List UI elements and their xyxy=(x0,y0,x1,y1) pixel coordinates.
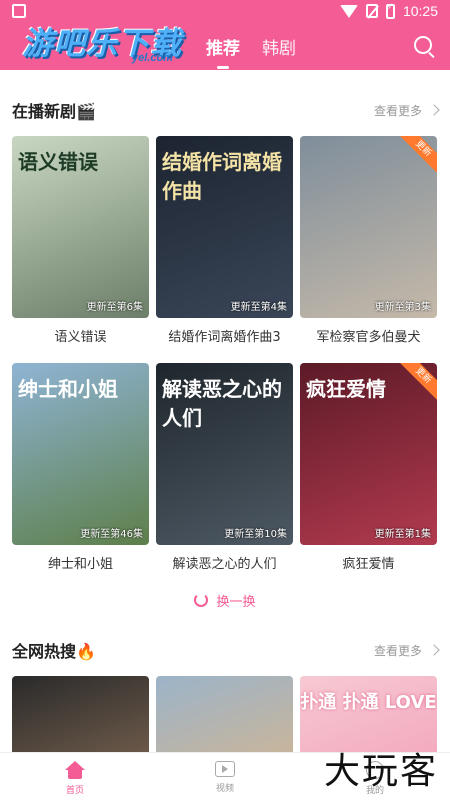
episode-update-label: 更新至第6集 xyxy=(86,302,143,313)
section-new-header: 在播新剧🎬 查看更多 xyxy=(12,98,440,122)
updated-ribbon: 更新 xyxy=(395,363,437,404)
nav-home[interactable]: 首页 xyxy=(0,753,150,800)
refresh-icon xyxy=(194,593,209,607)
drama-card[interactable]: 语义错误 更新至第6集 语义错误 xyxy=(12,136,149,345)
no-sim-icon xyxy=(365,4,378,18)
nav-video[interactable]: 视频 xyxy=(150,753,300,800)
drama-title[interactable]: 解读恶之心的人们 xyxy=(156,553,293,572)
drama-poster[interactable]: 绅士和小姐更新至第46集 xyxy=(12,363,149,545)
new-drama-grid: 语义错误 更新至第6集 语义错误 结婚作词离婚作曲 更新至第4集 结婚作词离婚作曲3 更新更… xyxy=(12,136,438,572)
drama-title[interactable]: 语义错误 xyxy=(12,326,149,345)
home-icon xyxy=(65,761,85,779)
drama-poster[interactable]: 语义错误更新至第6集 xyxy=(12,136,149,318)
poster-title-text: 疯狂爱情 xyxy=(306,377,386,401)
episode-update-label: 更新至第46集 xyxy=(80,529,143,540)
drama-poster[interactable]: 解读恶之心的人们更新至第10集 xyxy=(156,363,293,545)
battery-charging-icon xyxy=(385,3,395,19)
watermark-text: 大玩客 xyxy=(323,751,438,792)
episode-update-label: 更新至第3集 xyxy=(374,302,431,313)
section-new-title: 在播新剧🎬 xyxy=(12,102,96,121)
drama-title[interactable]: 绅士和小姐 xyxy=(12,553,149,572)
drama-card[interactable]: 更新更新至第3集军检察官多伯曼犬 xyxy=(300,136,437,345)
more-label: 查看更多 xyxy=(373,103,422,118)
drama-title[interactable]: 军检察官多伯曼犬 xyxy=(300,326,437,345)
drama-card[interactable]: 结婚作词离婚作曲更新至第4集结婚作词离婚作曲3 xyxy=(156,136,293,345)
tab-recommended[interactable]: 推荐 xyxy=(206,34,240,69)
hot-drama-poster[interactable] xyxy=(12,676,149,756)
nav-video-label: 视频 xyxy=(215,784,234,794)
photo-notification-icon xyxy=(12,4,26,18)
top-header: 10:25 游吧乐下载 yel.com 精选 推荐 韩剧 xyxy=(0,0,450,70)
nav-home-label: 首页 xyxy=(65,786,84,796)
chevron-right-icon xyxy=(428,104,440,116)
drama-poster[interactable]: 结婚作词离婚作曲更新至第4集 xyxy=(156,136,293,318)
refresh-button[interactable]: 换一换 xyxy=(0,590,450,610)
poster-title-text: 解读恶之心的人们 xyxy=(162,377,282,430)
poster-title-text: 语义错误 xyxy=(18,150,98,174)
status-time: 10:25 xyxy=(402,3,438,19)
more-label: 查看更多 xyxy=(373,643,422,658)
drama-title[interactable]: 疯狂爱情 xyxy=(300,553,437,572)
refresh-label: 换一换 xyxy=(216,594,256,610)
hot-drama-poster[interactable] xyxy=(156,676,293,756)
episode-update-label: 更新至第1集 xyxy=(374,529,431,540)
drama-card[interactable]: 解读恶之心的人们 更新至第10集 解读恶之心的人们 xyxy=(156,363,293,572)
drama-card[interactable]: 疯狂爱情 更新 更新至第1集 疯狂爱情 xyxy=(300,363,437,572)
tab-korean-drama[interactable]: 韩剧 xyxy=(262,34,296,59)
poster-title-text: 绅士和小姐 xyxy=(18,377,118,401)
status-right: 10:25 xyxy=(339,3,438,19)
wifi-icon xyxy=(339,4,358,18)
section-new-more-link[interactable]: 查看更多 xyxy=(373,102,440,119)
video-icon xyxy=(215,761,235,777)
poster-title-text: 结婚作词离婚作曲 xyxy=(162,150,282,203)
chevron-right-icon xyxy=(428,644,440,656)
drama-poster[interactable]: 更新更新至第3集 xyxy=(300,136,437,318)
episode-update-label: 更新至第10集 xyxy=(224,529,287,540)
episode-update-label: 更新至第4集 xyxy=(230,302,287,313)
drama-card[interactable]: 绅士和小姐 更新至第46集 绅士和小姐 xyxy=(12,363,149,572)
section-hot-more-link[interactable]: 查看更多 xyxy=(373,642,440,659)
drama-poster[interactable]: 疯狂爱情 更新更新至第1集 xyxy=(300,363,437,545)
search-icon[interactable] xyxy=(414,36,432,54)
section-hot-header: 全网热搜🔥 查看更多 xyxy=(12,638,440,662)
section-hot-title: 全网热搜🔥 xyxy=(12,642,96,661)
hot-poster-text: 扑通 扑通 LOVE xyxy=(300,692,437,713)
drama-title[interactable]: 结婚作词离婚作曲3 xyxy=(156,326,293,345)
top-tabs: 精选 推荐 韩剧 xyxy=(150,34,296,69)
updated-ribbon: 更新 xyxy=(395,136,437,177)
